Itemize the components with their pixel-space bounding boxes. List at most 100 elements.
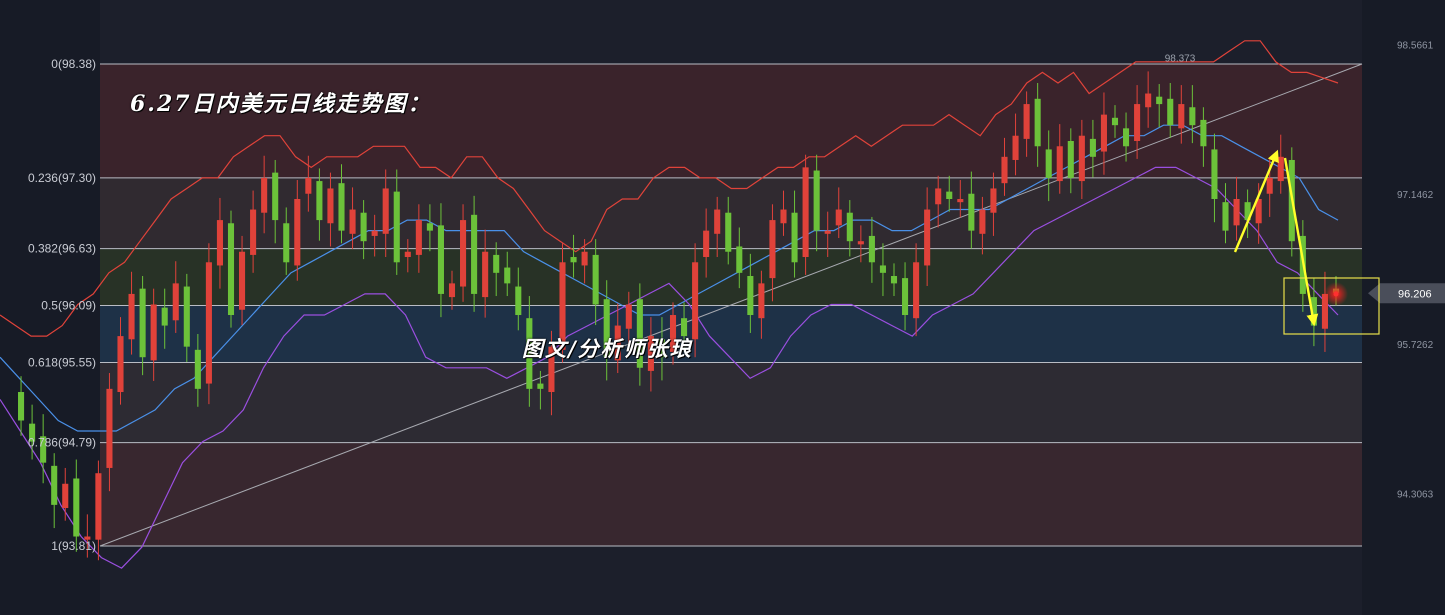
candle-body: [205, 262, 212, 384]
candle-body: [128, 293, 135, 340]
candle-body: [327, 188, 334, 224]
candle-body: [924, 209, 931, 266]
right-axis-tick: 94.3063: [1397, 490, 1434, 501]
candle-body: [879, 265, 886, 273]
candle-body: [835, 209, 842, 226]
candle-body: [1134, 104, 1141, 141]
fib-label: 0.5(96.09): [41, 299, 96, 313]
candle-body: [482, 251, 489, 298]
candle-body: [1001, 156, 1008, 184]
candle-body: [1023, 104, 1030, 139]
candle-body: [73, 478, 80, 537]
candle-body: [714, 209, 721, 234]
candle-body: [1100, 114, 1107, 152]
candle-body: [250, 209, 257, 255]
candle-body: [769, 220, 776, 279]
candle-body: [382, 188, 389, 234]
candle-body: [990, 188, 997, 213]
candle-body: [1089, 138, 1096, 157]
candle-body: [890, 275, 898, 284]
candle-body: [62, 483, 69, 509]
current-price-dot: [1333, 291, 1339, 297]
candle-body: [692, 262, 699, 340]
high-marker-label: 98.373: [1165, 54, 1196, 65]
candle-body: [902, 278, 909, 316]
candle-body: [504, 267, 511, 284]
candle-body: [725, 212, 732, 252]
candle-body: [913, 262, 920, 319]
candle-body: [935, 188, 942, 205]
candle-body: [946, 191, 953, 200]
candle-body: [272, 172, 279, 221]
candle-body: [1222, 202, 1229, 231]
candle-body: [1078, 135, 1085, 182]
candle-body: [150, 304, 157, 361]
right-axis-panel: [1362, 0, 1445, 615]
candle-body: [736, 246, 743, 273]
candle-body: [1045, 149, 1052, 178]
candle-body: [371, 230, 378, 236]
candle-body: [824, 230, 831, 234]
candle-body: [437, 225, 444, 294]
candle-body: [227, 223, 235, 316]
candle-body: [1111, 117, 1119, 126]
candle-body: [183, 286, 190, 347]
chart-container: 96.206 98.373 0(98.38) 0.236(97.30) 0.382(9…: [0, 0, 1445, 615]
candle-body: [51, 465, 58, 505]
candle-body: [515, 286, 522, 316]
candle-body: [161, 307, 168, 326]
candle-body: [194, 349, 201, 389]
candle-body: [570, 257, 577, 263]
candle-body: [117, 336, 124, 393]
candle-body: [239, 251, 246, 310]
author-watermark: 图文/分析师张琅: [522, 336, 693, 361]
candle-body: [283, 223, 290, 263]
candle-body: [448, 283, 456, 298]
candle-body: [349, 209, 356, 234]
candle-body: [338, 183, 345, 231]
candle-body: [857, 241, 864, 245]
candle-body: [537, 383, 544, 389]
candle-body: [868, 235, 875, 263]
right-axis-tick: 97.1462: [1397, 190, 1434, 201]
candle-body: [172, 283, 179, 321]
fib-zone: [100, 248, 1362, 306]
candle-body: [1189, 107, 1196, 126]
candle-body: [261, 177, 268, 213]
candle-body: [1277, 156, 1284, 182]
fib-label: 0.382(96.63): [28, 242, 96, 256]
candle-body: [703, 230, 710, 258]
candle-body: [471, 214, 478, 294]
candle-body: [404, 251, 411, 258]
candle-body: [1211, 149, 1218, 200]
fib-label: 0.618(95.55): [28, 355, 96, 369]
candle-body: [305, 177, 312, 194]
candle-body: [415, 220, 422, 255]
fib-label: 0(98.38): [51, 57, 96, 71]
candle-body: [592, 254, 599, 305]
chart-title: 6.27日内美元日线走势图：: [130, 91, 432, 117]
fib-zone: [100, 305, 1362, 363]
candle-body: [1156, 96, 1163, 105]
candle-body: [1067, 140, 1074, 178]
candle-body: [139, 288, 146, 358]
right-axis-tick: 95.7262: [1397, 340, 1434, 351]
current-price-label: 96.206: [1398, 288, 1432, 300]
candle-body: [1034, 98, 1041, 147]
fib-zone: [100, 362, 1362, 443]
candle-body: [1167, 98, 1174, 126]
candle-body: [18, 392, 25, 421]
candle-body: [1056, 146, 1063, 182]
candle-body: [813, 170, 820, 231]
candle-body: [1200, 119, 1207, 147]
candle-body: [316, 181, 323, 221]
candle-body: [1012, 135, 1019, 160]
candle-body: [979, 209, 986, 234]
candle-body: [426, 223, 433, 231]
candle-body: [95, 473, 102, 540]
candle-body: [758, 283, 765, 319]
candle-body: [460, 220, 467, 287]
candle-body: [1266, 177, 1273, 194]
fib-zone: [100, 442, 1362, 546]
candle-body: [360, 212, 367, 242]
